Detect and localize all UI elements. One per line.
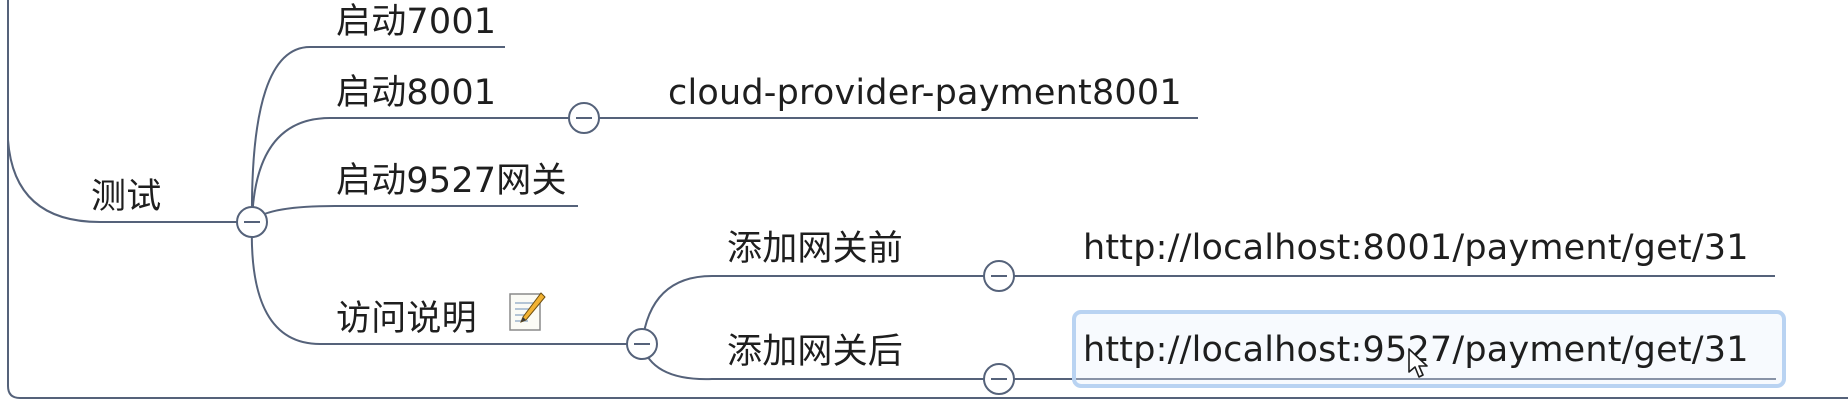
collapse-minus-icon	[626, 328, 658, 360]
collapse-minus-icon	[236, 206, 268, 238]
collapse-minus-icon	[983, 363, 1015, 395]
topic-start-7001[interactable]: 启动7001	[336, 5, 496, 40]
mouse-pointer-icon	[1408, 348, 1430, 380]
branch-9527	[251, 205, 578, 223]
topic-root[interactable]: 测试	[91, 180, 161, 215]
topic-url-before[interactable]: http://localhost:8001/payment/get/31	[1083, 231, 1749, 266]
topic-start-9527[interactable]: 启动9527网关	[336, 164, 567, 199]
topic-after-gateway[interactable]: 添加网关后	[727, 335, 903, 370]
topic-access-desc[interactable]: 访问说明	[336, 302, 477, 337]
topic-start-8001[interactable]: 启动8001	[336, 76, 496, 111]
topic-provider-8001[interactable]: cloud-provider-payment8001	[668, 76, 1182, 111]
collapse-minus-icon	[568, 102, 600, 134]
topic-before-gateway[interactable]: 添加网关前	[727, 232, 903, 267]
note-pencil-icon[interactable]	[508, 290, 546, 332]
collapse-minus-icon	[983, 260, 1015, 292]
